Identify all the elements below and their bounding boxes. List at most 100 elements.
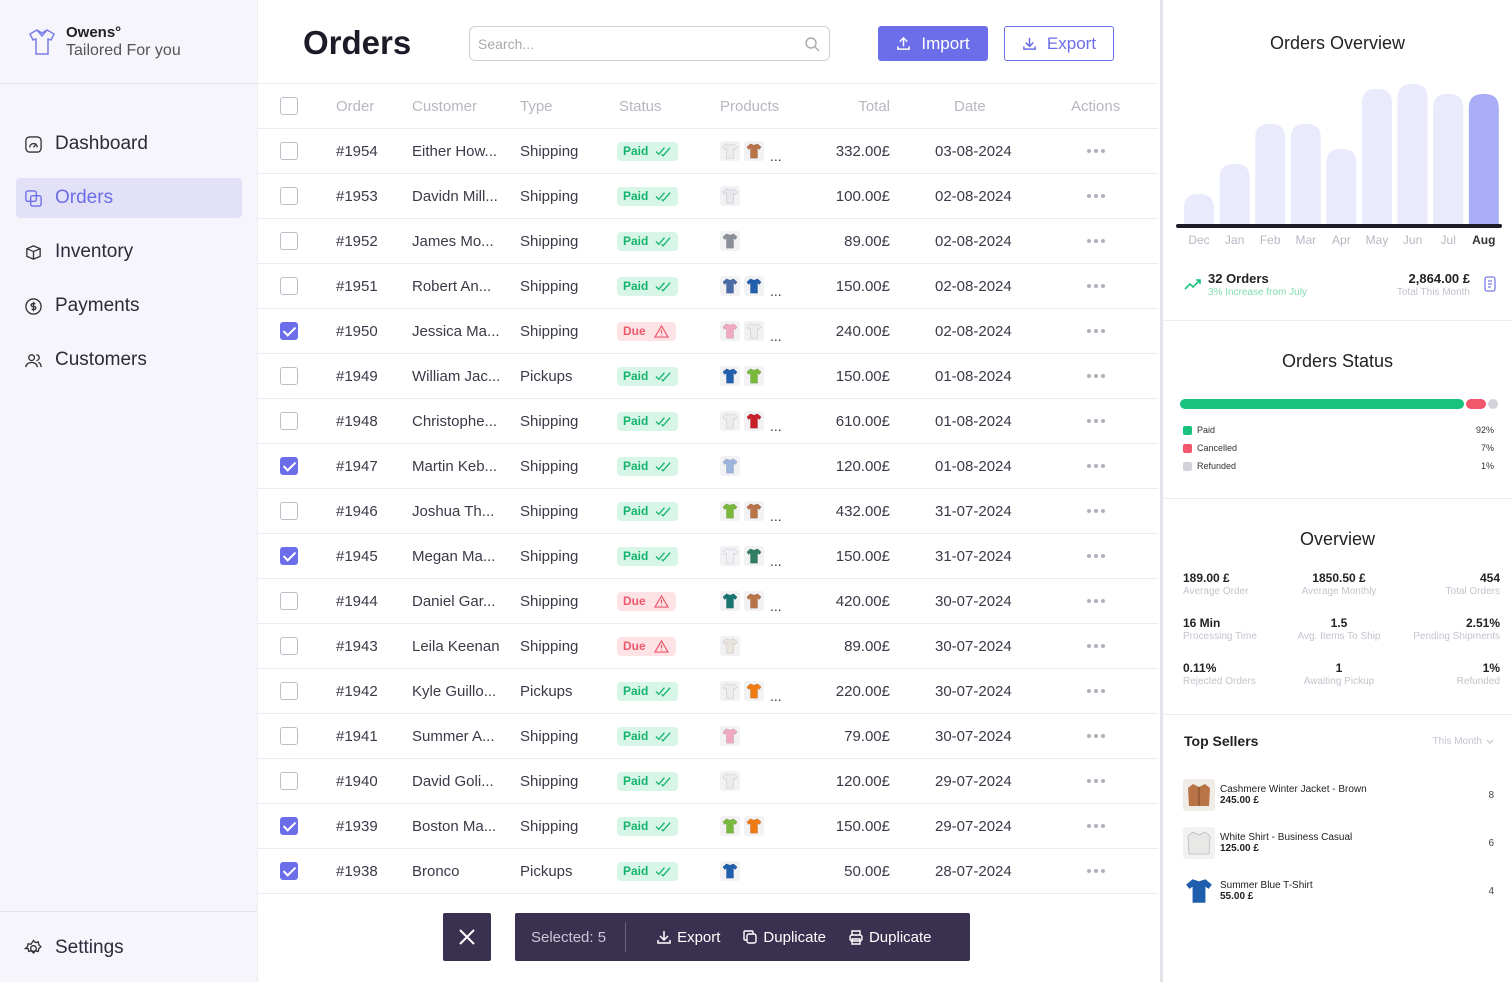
seller-item[interactable]: Summer Blue T-Shirt 55.00 £ <box>1183 875 1313 907</box>
row-checkbox[interactable] <box>280 772 298 790</box>
table-row[interactable]: #1945 Megan Ma... Shipping Paid ... 150.… <box>258 534 1158 579</box>
row-checkbox[interactable] <box>280 367 298 385</box>
column-header-type[interactable]: Type <box>520 84 553 128</box>
sidebar-item-orders[interactable]: Orders <box>16 178 242 218</box>
row-checkbox[interactable] <box>280 547 298 565</box>
chart-bar-jul[interactable] <box>1433 94 1464 224</box>
row-checkbox[interactable] <box>280 277 298 295</box>
row-checkbox[interactable] <box>280 502 298 520</box>
order-id[interactable]: #1949 <box>336 354 378 398</box>
column-header-total[interactable]: Total <box>818 84 890 128</box>
row-actions-button[interactable] <box>1087 489 1105 533</box>
bulk-print-button[interactable]: Duplicate <box>848 929 932 946</box>
row-checkbox[interactable] <box>280 682 298 700</box>
bulk-export-button[interactable]: Export <box>656 929 720 946</box>
table-row[interactable]: #1948 Christophe... Shipping Paid ... 61… <box>258 399 1158 444</box>
order-id[interactable]: #1944 <box>336 579 378 623</box>
select-all-checkbox[interactable] <box>280 97 298 115</box>
order-id[interactable]: #1943 <box>336 624 378 668</box>
column-header-customer[interactable]: Customer <box>412 84 477 128</box>
row-actions-button[interactable] <box>1087 579 1105 623</box>
bulk-duplicate-button[interactable]: Duplicate <box>742 929 826 946</box>
order-id[interactable]: #1950 <box>336 309 378 353</box>
row-actions-button[interactable] <box>1087 219 1105 263</box>
row-actions-button[interactable] <box>1087 534 1105 578</box>
row-actions-button[interactable] <box>1087 399 1105 443</box>
row-checkbox[interactable] <box>280 862 298 880</box>
row-actions-button[interactable] <box>1087 669 1105 713</box>
table-row[interactable]: #1947 Martin Keb... Shipping Paid 120.00… <box>258 444 1158 489</box>
chart-bar-mar[interactable] <box>1290 124 1321 224</box>
chart-bar-feb[interactable] <box>1255 124 1286 224</box>
table-row[interactable]: #1950 Jessica Ma... Shipping Due ... 240… <box>258 309 1158 354</box>
order-id[interactable]: #1939 <box>336 804 378 848</box>
row-checkbox[interactable] <box>280 322 298 340</box>
row-actions-button[interactable] <box>1087 849 1105 893</box>
table-row[interactable]: #1939 Boston Ma... Shipping Paid 150.00£… <box>258 804 1158 849</box>
row-checkbox[interactable] <box>280 142 298 160</box>
chart-bar-may[interactable] <box>1362 89 1392 224</box>
table-row[interactable]: #1938 Bronco Pickups Paid 50.00£ 28-07-2… <box>258 849 1158 894</box>
order-id[interactable]: #1951 <box>336 264 378 308</box>
chart-bar-jun[interactable] <box>1397 84 1428 224</box>
column-header-date[interactable]: Date <box>954 84 986 128</box>
row-actions-button[interactable] <box>1087 714 1105 758</box>
table-row[interactable]: #1941 Summer A... Shipping Paid 79.00£ 3… <box>258 714 1158 759</box>
table-row[interactable]: #1949 William Jac... Pickups Paid 150.00… <box>258 354 1158 399</box>
table-row[interactable]: #1954 Either How... Shipping Paid ... 33… <box>258 129 1158 174</box>
order-id[interactable]: #1938 <box>336 849 378 893</box>
column-header-products[interactable]: Products <box>720 84 779 128</box>
seller-item[interactable]: White Shirt - Business Casual 125.00 £ <box>1183 827 1352 859</box>
table-row[interactable]: #1953 Davidn Mill... Shipping Paid 100.0… <box>258 174 1158 219</box>
order-id[interactable]: #1940 <box>336 759 378 803</box>
import-button[interactable]: Import <box>878 26 988 61</box>
row-actions-button[interactable] <box>1087 444 1105 488</box>
column-header-status[interactable]: Status <box>619 84 662 128</box>
table-row[interactable]: #1952 James Mo... Shipping Paid 89.00£ 0… <box>258 219 1158 264</box>
table-row[interactable]: #1946 Joshua Th... Shipping Paid ... 432… <box>258 489 1158 534</box>
row-actions-button[interactable] <box>1087 759 1105 803</box>
row-checkbox[interactable] <box>280 187 298 205</box>
chart-bar-apr[interactable] <box>1326 149 1357 224</box>
order-id[interactable]: #1946 <box>336 489 378 533</box>
row-checkbox[interactable] <box>280 817 298 835</box>
seller-item[interactable]: Cashmere Winter Jacket - Brown 245.00 £ <box>1183 779 1367 811</box>
sidebar-item-inventory[interactable]: Inventory <box>16 232 242 272</box>
row-actions-button[interactable] <box>1087 354 1105 398</box>
column-header-order[interactable]: Order <box>336 84 374 128</box>
row-checkbox[interactable] <box>280 727 298 745</box>
row-actions-button[interactable] <box>1087 624 1105 668</box>
table-row[interactable]: #1944 Daniel Gar... Shipping Due ... 420… <box>258 579 1158 624</box>
table-row[interactable]: #1951 Robert An... Shipping Paid ... 150… <box>258 264 1158 309</box>
chart-bar-aug[interactable] <box>1468 94 1499 224</box>
search-input[interactable]: Search... <box>469 26 830 61</box>
row-actions-button[interactable] <box>1087 309 1105 353</box>
row-checkbox[interactable] <box>280 592 298 610</box>
row-actions-button[interactable] <box>1087 804 1105 848</box>
row-checkbox[interactable] <box>280 457 298 475</box>
chart-bar-dec[interactable] <box>1184 194 1214 224</box>
table-row[interactable]: #1943 Leila Keenan Shipping Due 89.00£ 3… <box>258 624 1158 669</box>
order-id[interactable]: #1953 <box>336 174 378 218</box>
row-actions-button[interactable] <box>1087 174 1105 218</box>
row-checkbox[interactable] <box>280 412 298 430</box>
close-selection-button[interactable] <box>443 913 491 961</box>
sidebar-item-payments[interactable]: Payments <box>16 286 242 326</box>
sidebar-item-settings[interactable]: Settings <box>16 928 242 968</box>
row-actions-button[interactable] <box>1087 264 1105 308</box>
table-row[interactable]: #1942 Kyle Guillo... Pickups Paid ... 22… <box>258 669 1158 714</box>
sidebar-item-dashboard[interactable]: Dashboard <box>16 124 242 164</box>
export-button[interactable]: Export <box>1004 26 1114 61</box>
row-actions-button[interactable] <box>1087 129 1105 173</box>
row-checkbox[interactable] <box>280 637 298 655</box>
table-row[interactable]: #1940 David Goli... Shipping Paid 120.00… <box>258 759 1158 804</box>
order-id[interactable]: #1954 <box>336 129 378 173</box>
order-id[interactable]: #1942 <box>336 669 378 713</box>
row-checkbox[interactable] <box>280 232 298 250</box>
order-id[interactable]: #1952 <box>336 219 378 263</box>
order-id[interactable]: #1945 <box>336 534 378 578</box>
period-dropdown[interactable]: This Month <box>1433 736 1494 747</box>
sidebar-item-customers[interactable]: Customers <box>16 340 242 380</box>
order-id[interactable]: #1941 <box>336 714 378 758</box>
order-id[interactable]: #1948 <box>336 399 378 443</box>
